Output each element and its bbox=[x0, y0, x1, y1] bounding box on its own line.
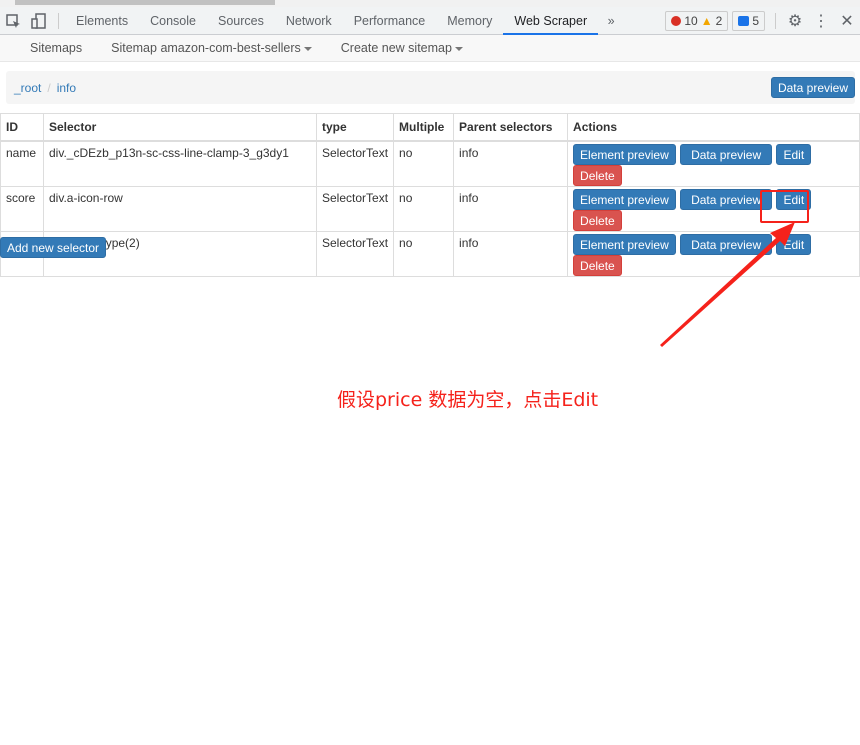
annotation-text: 假设price 数据为空，点击Edit bbox=[337, 389, 599, 411]
annotation-arrow-icon bbox=[660, 222, 795, 347]
